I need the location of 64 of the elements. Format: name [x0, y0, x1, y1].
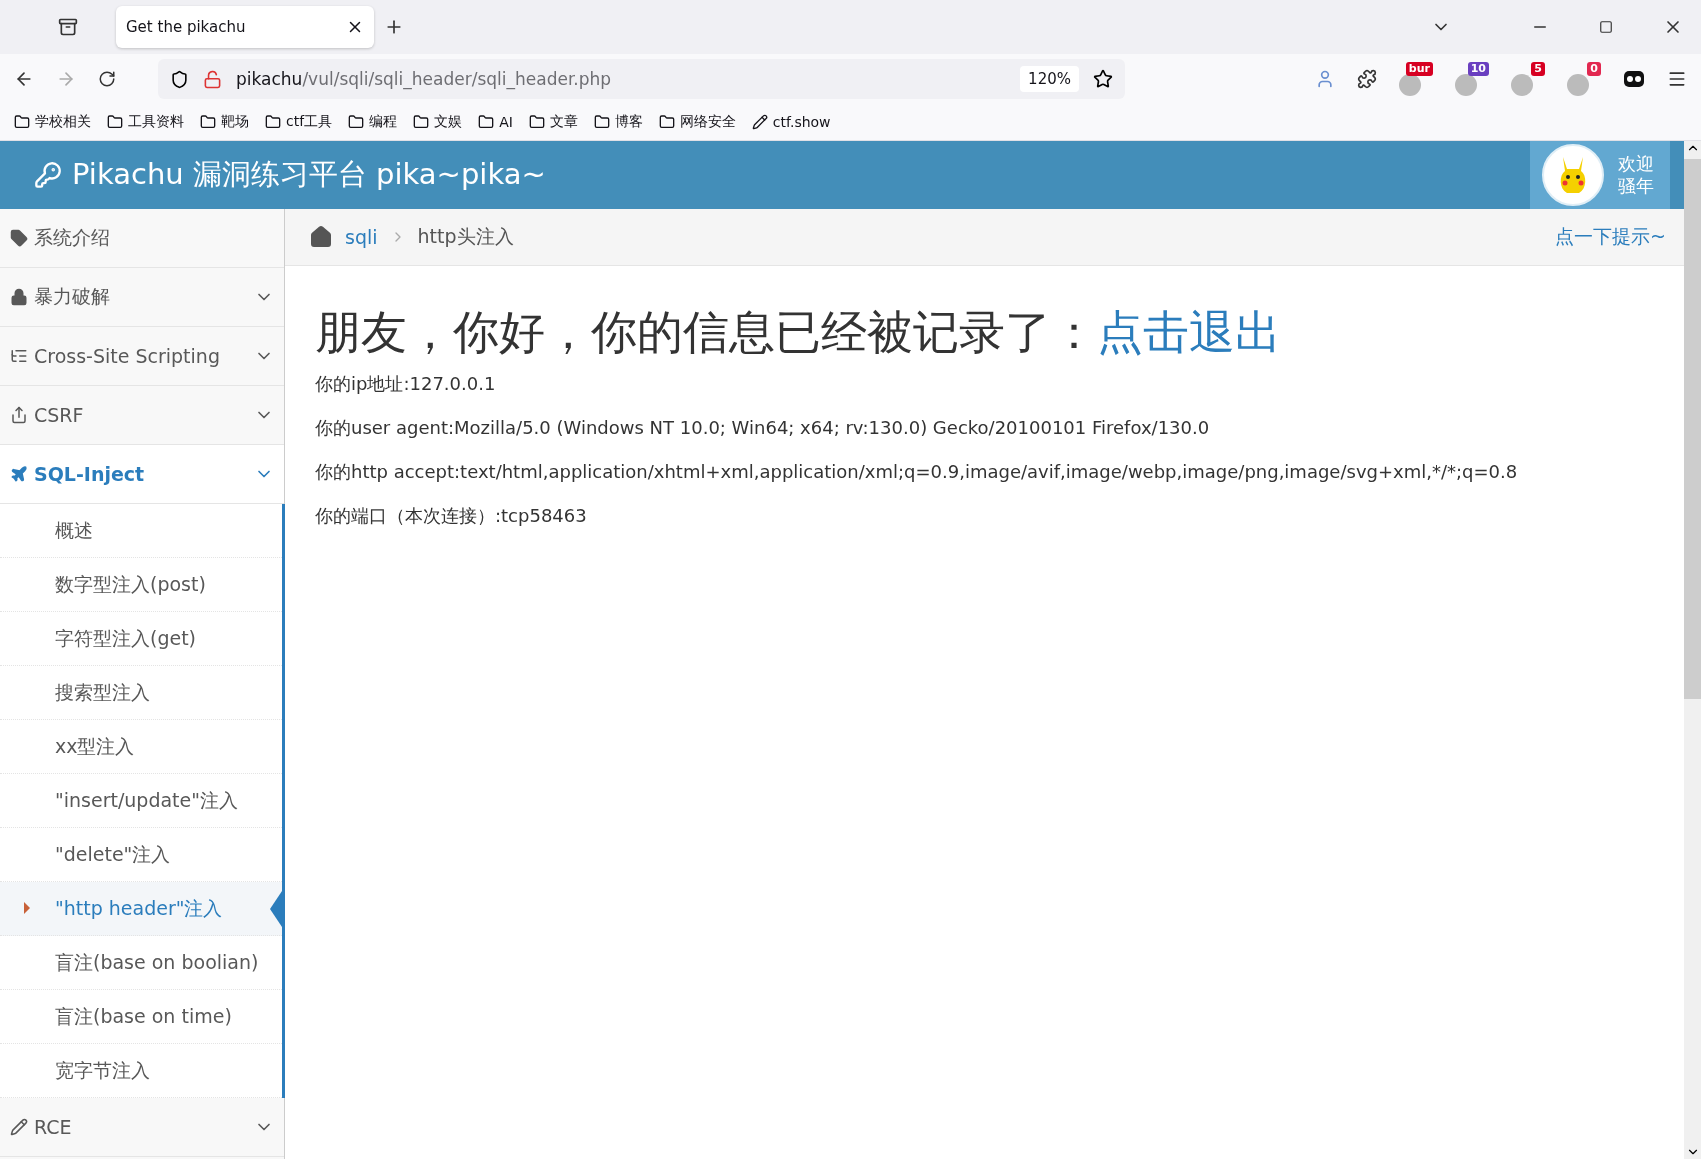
bookmark[interactable]: ctf工具 [265, 113, 333, 131]
tab-list-icon[interactable] [58, 17, 78, 37]
folder-icon [348, 114, 365, 130]
page-heading: 朋友，你好，你的信息已经被记录了： [315, 304, 1097, 361]
breadcrumb-link[interactable]: sqli [345, 226, 378, 248]
home-icon[interactable] [309, 225, 333, 249]
address-bar[interactable]: pikachu/vul/sqli/sqli_header/sqli_header.php 120% [158, 59, 1125, 99]
bookmark[interactable]: 学校相关 [14, 113, 91, 131]
bookmark[interactable]: 文娱 [413, 113, 463, 131]
bookmark[interactable]: 编程 [348, 113, 398, 131]
extension-badge: 0 [1587, 62, 1601, 76]
maximize-icon[interactable] [1599, 20, 1613, 34]
sidebar-item[interactable]: SQL-Inject [0, 445, 284, 504]
bookmark[interactable]: 工具资料 [107, 113, 184, 131]
extension-badge: bur [1405, 62, 1433, 76]
zoom-level[interactable]: 120% [1020, 66, 1079, 92]
info-line: 你的user agent:Mozilla/5.0 (Windows NT 10.0; Win64; x64; rv:130.0) Gecko/20100101 Firefox/130.0 [315, 416, 1211, 440]
browser-tab[interactable]: Get the pikachu [116, 6, 374, 48]
folder-icon [200, 114, 216, 130]
url-text: pikachu/vul/sqli/sqli_header/sqli_header.php [236, 69, 613, 89]
folder-icon [107, 114, 123, 130]
bookmark[interactable]: 文章 [528, 113, 578, 131]
folder-icon [478, 114, 495, 130]
scrollbar[interactable] [1684, 141, 1701, 1159]
folder-icon [593, 114, 610, 130]
extension-badge: 5 [1531, 62, 1545, 76]
info-line: 你的http accept:text/html,application/xhtml+xml,application/xml;q=0.9,image/avif,image/webp,image/png,image/svg+xml,*/*;q=0.8 [315, 460, 1519, 484]
welcome-text: 欢迎 骚年 [1618, 153, 1654, 197]
bookmark[interactable]: 靶场 [200, 113, 249, 131]
pencil-icon [10, 1118, 28, 1136]
menu-icon[interactable] [1667, 69, 1687, 89]
info-line: 你的ip地址:127.0.0.1 [315, 372, 497, 396]
insecure-lock-icon [203, 69, 222, 89]
info-line: 你的端口（本次连接）:tcp58463 [315, 504, 588, 528]
submenu-item[interactable]: "http header"注入 [0, 882, 282, 936]
logout-link[interactable]: 点击退出 [1097, 302, 1281, 364]
site-title: Pikachu 漏洞练习平台 pika~pika~ [72, 156, 546, 193]
breadcrumb-current: http头注入 [417, 224, 515, 249]
folder-icon [528, 114, 545, 130]
bookmark[interactable]: 网络安全 [658, 113, 736, 131]
share-icon [10, 406, 28, 424]
star-icon[interactable] [1093, 69, 1113, 89]
plane-icon [10, 465, 28, 483]
puzzle-icon[interactable] [1357, 69, 1377, 89]
folder-icon [413, 114, 430, 130]
folder-icon [658, 114, 675, 130]
bookmark[interactable]: ctf.show [751, 114, 831, 130]
list-icon [10, 347, 28, 365]
key-icon [34, 161, 62, 189]
avatar-icon[interactable] [1315, 69, 1335, 89]
hint-link[interactable]: 点一下提示~ [1555, 224, 1666, 250]
extension-badge: 10 [1467, 62, 1489, 76]
site-icon [751, 114, 768, 130]
shield-icon [170, 69, 189, 89]
tag-icon [10, 229, 28, 247]
bookmark[interactable]: AI [478, 114, 513, 130]
lock-icon [10, 288, 28, 306]
bookmark[interactable]: 博客 [593, 113, 643, 131]
mask-icon[interactable] [1623, 68, 1645, 90]
caret-icon [24, 902, 30, 914]
scroll-thumb[interactable] [1684, 159, 1701, 699]
folder-icon [265, 114, 281, 130]
reload-icon[interactable] [98, 70, 116, 88]
folder-icon [14, 114, 30, 130]
